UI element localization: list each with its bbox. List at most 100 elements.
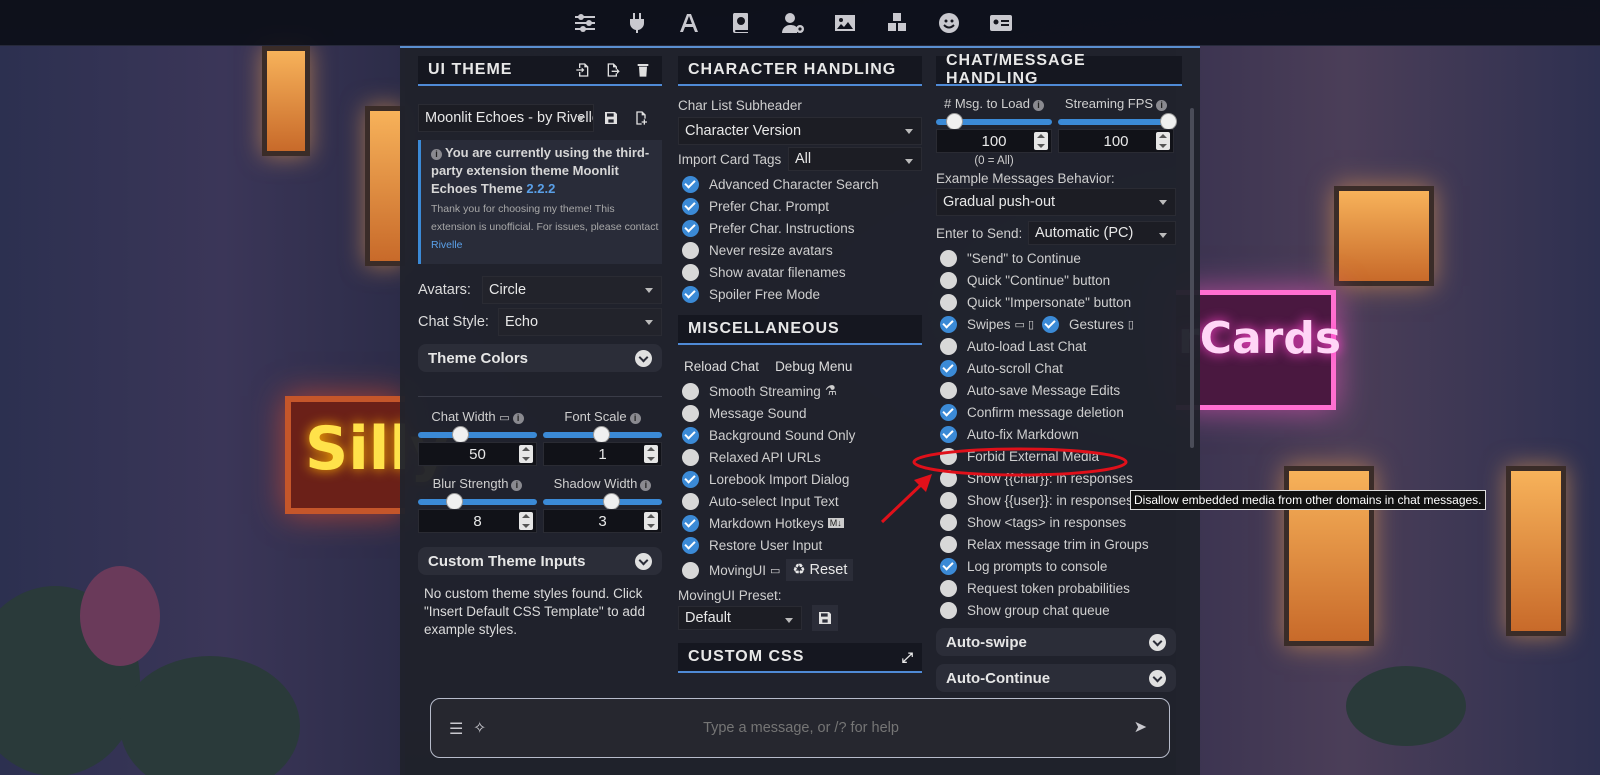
movingui-preset-select[interactable]: Default — [678, 606, 802, 630]
checkbox-unchecked-icon[interactable] — [940, 469, 957, 487]
book-icon[interactable] — [726, 10, 756, 36]
example-messages-behavior-select[interactable]: Gradual push-out — [936, 188, 1176, 216]
checkbox-unchecked-icon[interactable] — [682, 263, 699, 281]
checkbox-checked-icon[interactable] — [682, 426, 699, 444]
magic-wand-icon[interactable]: ✧ — [473, 718, 486, 738]
checkbox-row[interactable]: Auto-load Last Chat — [936, 335, 1182, 357]
checkbox-row[interactable]: Request token probabilities — [936, 577, 1182, 599]
checkbox-unchecked-icon[interactable] — [940, 535, 957, 553]
debug-menu-button[interactable]: Debug Menu — [775, 359, 852, 374]
checkbox-checked-icon[interactable] — [682, 514, 699, 532]
checkbox-row[interactable]: Auto-fix Markdown — [936, 423, 1182, 445]
slider-handle[interactable] — [603, 493, 620, 510]
slider-handle[interactable] — [1160, 113, 1177, 130]
blur-strength-slider[interactable] — [418, 493, 537, 510]
checkbox-row[interactable]: Auto-save Message Edits — [936, 379, 1182, 401]
checkbox-unchecked-icon[interactable] — [940, 513, 957, 531]
checkbox-checked-icon[interactable] — [682, 285, 699, 303]
cubes-icon[interactable] — [882, 10, 912, 36]
checkbox-row[interactable]: Confirm message deletion — [936, 401, 1182, 423]
checkbox-row[interactable]: Quick "Impersonate" button — [936, 291, 1182, 313]
stepper-icon[interactable] — [1034, 132, 1048, 150]
user-gear-icon[interactable] — [778, 10, 808, 36]
options-menu-icon[interactable]: ☰ — [449, 719, 463, 739]
send-icon[interactable]: ➤ — [1134, 717, 1147, 737]
smile-icon[interactable] — [934, 10, 964, 36]
save-theme-icon[interactable] — [598, 105, 624, 131]
checkbox-row[interactable]: Forbid External Media — [936, 445, 1182, 467]
checkbox-row[interactable]: Auto-scroll Chat — [936, 357, 1182, 379]
checkbox-checked-icon[interactable] — [682, 470, 699, 488]
reset-movingui-button[interactable]: ♻ Reset — [786, 559, 854, 581]
auto-swipe-drawer[interactable]: Auto-swipe — [936, 628, 1176, 656]
movingui-checkbox[interactable] — [678, 559, 709, 581]
checkbox-unchecked-icon[interactable] — [940, 381, 957, 399]
stepper-icon[interactable] — [644, 512, 658, 530]
auto-continue-drawer[interactable]: Auto-Continue — [936, 664, 1176, 692]
plug-icon[interactable] — [622, 10, 652, 36]
font-scale-slider[interactable] — [543, 426, 662, 443]
expand-icon[interactable]: ⤢ — [902, 649, 914, 666]
new-theme-icon[interactable] — [628, 105, 654, 131]
checkbox-checked-icon[interactable] — [682, 175, 699, 193]
font-scale-input[interactable]: 1 — [543, 442, 662, 466]
checkbox-checked-icon[interactable] — [682, 219, 699, 237]
checkbox-row[interactable]: Swipes ▭ ▯ Gestures ▯ — [936, 313, 1182, 335]
avatars-select[interactable]: Circle — [482, 276, 662, 304]
shadow-width-slider[interactable] — [543, 493, 662, 510]
checkbox-row[interactable]: Lorebook Import Dialog — [678, 468, 922, 490]
custom-theme-inputs-drawer[interactable]: Custom Theme Inputs — [418, 547, 662, 575]
theme-colors-drawer[interactable]: Theme Colors — [418, 344, 662, 372]
checkbox-unchecked-icon[interactable] — [682, 404, 699, 422]
stepper-icon[interactable] — [519, 445, 533, 463]
checkbox-checked-icon[interactable] — [682, 536, 699, 554]
slider-handle[interactable] — [446, 493, 463, 510]
checkbox-row[interactable]: Restore User Input — [678, 534, 922, 556]
checkbox-checked-icon[interactable] — [940, 315, 957, 333]
id-card-icon[interactable] — [986, 10, 1016, 36]
checkbox-row[interactable]: Advanced Character Search — [678, 173, 922, 195]
checkbox-row[interactable]: Relax message trim in Groups — [936, 533, 1182, 555]
checkbox-row[interactable]: Prefer Char. Instructions — [678, 217, 922, 239]
save-preset-icon[interactable] — [812, 605, 838, 631]
checkbox-unchecked-icon[interactable] — [682, 241, 699, 259]
checkbox-unchecked-icon[interactable] — [682, 448, 699, 466]
gestures-checkbox-checked-icon[interactable] — [1042, 315, 1060, 333]
checkbox-row[interactable]: Prefer Char. Prompt — [678, 195, 922, 217]
checkbox-unchecked-icon[interactable] — [682, 382, 699, 400]
stepper-icon[interactable] — [644, 445, 658, 463]
streaming-fps-slider[interactable] — [1058, 113, 1177, 130]
checkbox-unchecked-icon[interactable] — [940, 271, 957, 289]
checkbox-row[interactable]: Relaxed API URLs — [678, 446, 922, 468]
msg-to-load-slider[interactable] — [936, 113, 1052, 130]
theme-select[interactable]: Moonlit Echoes - by Rivelle — [418, 104, 594, 132]
checkbox-row[interactable]: Show group chat queue — [936, 599, 1182, 621]
slider-handle[interactable] — [452, 426, 469, 443]
checkbox-unchecked-icon[interactable] — [940, 491, 957, 509]
checkbox-unchecked-icon[interactable] — [940, 447, 957, 465]
checkbox-row[interactable]: Show avatar filenames — [678, 261, 922, 283]
checkbox-unchecked-icon[interactable] — [940, 579, 957, 597]
blur-strength-input[interactable]: 8 — [418, 509, 537, 533]
enter-to-send-select[interactable]: Automatic (PC) — [1028, 221, 1176, 245]
checkbox-row[interactable]: Markdown Hotkeys M↓ — [678, 512, 922, 534]
checkbox-checked-icon[interactable] — [940, 425, 957, 443]
stepper-icon[interactable] — [519, 512, 533, 530]
checkbox-checked-icon[interactable] — [940, 557, 957, 575]
checkbox-row[interactable]: Background Sound Only — [678, 424, 922, 446]
shadow-width-input[interactable]: 3 — [543, 509, 662, 533]
export-theme-icon[interactable] — [600, 57, 626, 83]
checkbox-row[interactable]: Show <tags> in responses — [936, 511, 1182, 533]
delete-theme-icon[interactable] — [630, 57, 656, 83]
checkbox-row[interactable]: Show {{char}}: in responses — [936, 467, 1182, 489]
chat-style-select[interactable]: Echo — [498, 308, 662, 336]
checkbox-unchecked-icon[interactable] — [682, 492, 699, 510]
checkbox-checked-icon[interactable] — [940, 359, 957, 377]
msg-to-load-input[interactable]: 100 — [936, 129, 1052, 153]
checkbox-unchecked-icon[interactable] — [940, 249, 957, 267]
scrollbar[interactable] — [1190, 108, 1194, 448]
checkbox-checked-icon[interactable] — [940, 403, 957, 421]
chat-width-input[interactable]: 50 — [418, 442, 537, 466]
sliders-icon[interactable] — [570, 10, 600, 36]
checkbox-row[interactable]: Message Sound — [678, 402, 922, 424]
